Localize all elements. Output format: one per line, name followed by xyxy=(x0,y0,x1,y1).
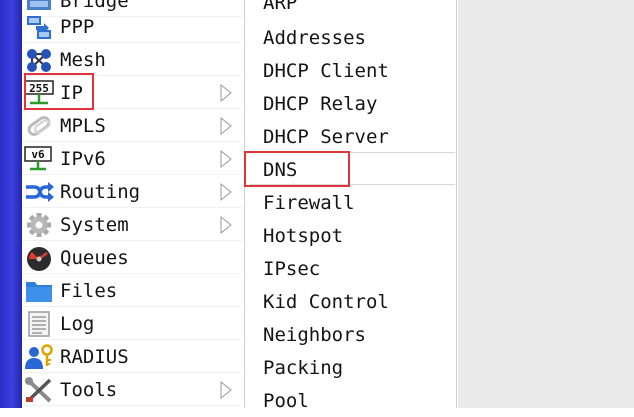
submenu-label-firewall: Firewall xyxy=(263,192,355,214)
menu-item-tools[interactable]: Tools xyxy=(22,373,242,406)
submenu-item-dhcp-relay[interactable]: DHCP Relay xyxy=(249,87,455,120)
submenu-item-addresses[interactable]: Addresses xyxy=(249,21,455,54)
routing-icon xyxy=(24,179,54,205)
menu-item-radius[interactable]: RADIUS xyxy=(22,340,242,373)
menu-label-ppp: PPP xyxy=(60,16,95,38)
mesh-icon xyxy=(24,47,54,73)
submenu-label-dns: DNS xyxy=(263,159,298,181)
sidebar-strip xyxy=(0,0,22,408)
menu-label-routing: Routing xyxy=(60,181,141,203)
menu-item-mpls[interactable]: MPLS xyxy=(22,109,242,142)
submenu-item-arp[interactable]: ARP xyxy=(249,0,455,19)
submenu-item-ipsec[interactable]: IPsec xyxy=(249,252,455,285)
submenu-label-dhcp-server: DHCP Server xyxy=(263,126,389,148)
submenu-item-pool[interactable]: Pool xyxy=(249,384,455,417)
menu-item-queues[interactable]: Queues xyxy=(22,241,242,274)
submenu-arrow-icon xyxy=(220,84,232,102)
gauge-icon xyxy=(24,245,54,271)
menu-item-ppp[interactable]: PPP xyxy=(22,10,242,43)
submenu-item-dhcp-client[interactable]: DHCP Client xyxy=(249,54,455,87)
submenu-label-pool: Pool xyxy=(263,390,309,412)
menu-item-log[interactable]: Log xyxy=(22,307,242,340)
submenu-item-firewall[interactable]: Firewall xyxy=(249,186,455,219)
main-menu: Bridge PPP Mesh 255 IP MPLS v6 IPv6 Rout… xyxy=(22,0,245,408)
submenu-arrow-icon xyxy=(220,150,232,168)
menu-label-system: System xyxy=(60,214,129,236)
submenu-label-neighbors: Neighbors xyxy=(263,324,366,346)
menu-item-routing[interactable]: Routing xyxy=(22,175,242,208)
menu-item-ip[interactable]: 255 IP xyxy=(22,76,242,109)
menu-label-radius: RADIUS xyxy=(60,346,129,368)
submenu-label-packing: Packing xyxy=(263,357,344,379)
menu-label-tools: Tools xyxy=(60,379,118,401)
menu-label-files: Files xyxy=(60,280,118,302)
submenu-item-neighbors[interactable]: Neighbors xyxy=(249,318,455,351)
tools-icon xyxy=(24,377,54,403)
submenu-label-dhcp-client: DHCP Client xyxy=(263,60,389,82)
submenu-item-hotspot[interactable]: Hotspot xyxy=(249,219,455,252)
submenu-label-addresses: Addresses xyxy=(263,27,366,49)
submenu-arrow-icon xyxy=(220,117,232,135)
menu-label-ipv6: IPv6 xyxy=(60,148,106,170)
ppp-icon xyxy=(24,14,54,40)
ip-icon: 255 xyxy=(24,80,54,106)
submenu-label-kid-control: Kid Control xyxy=(263,291,389,313)
submenu-arrow-icon xyxy=(220,381,232,399)
right-panel xyxy=(458,0,634,408)
menu-item-files[interactable]: Files xyxy=(22,274,242,307)
menu-label-mesh: Mesh xyxy=(60,49,106,71)
submenu-item-packing[interactable]: Packing xyxy=(249,351,455,384)
menu-label-log: Log xyxy=(60,313,95,335)
ipv6-icon: v6 xyxy=(24,146,54,172)
submenu-arrow-icon xyxy=(220,216,232,234)
submenu-label-hotspot: Hotspot xyxy=(263,225,344,247)
submenu-label-arp: ARP xyxy=(263,0,298,14)
menu-label-queues: Queues xyxy=(60,247,129,269)
submenu-item-dns[interactable]: DNS xyxy=(249,152,455,185)
submenu-item-dhcp-server[interactable]: DHCP Server xyxy=(249,120,455,153)
svg-text:v6: v6 xyxy=(31,148,45,161)
menu-label-mpls: MPLS xyxy=(60,115,106,137)
menu-item-ipv6[interactable]: v6 IPv6 xyxy=(22,142,242,175)
folder-icon xyxy=(24,278,54,304)
menu-item-mesh[interactable]: Mesh xyxy=(22,43,242,76)
gear-icon xyxy=(24,212,54,238)
submenu-label-ipsec: IPsec xyxy=(263,258,321,280)
submenu-label-dhcp-relay: DHCP Relay xyxy=(263,93,378,115)
submenu-item-kid-control[interactable]: Kid Control xyxy=(249,285,455,318)
ip-submenu: ARP Addresses DHCP Client DHCP Relay DHC… xyxy=(249,0,457,412)
ip-icon-text: 255 xyxy=(29,82,49,95)
menu-item-system[interactable]: System xyxy=(22,208,242,241)
radius-icon xyxy=(24,344,54,370)
log-icon xyxy=(24,311,54,337)
menu-label-ip: IP xyxy=(60,82,83,104)
mpls-icon xyxy=(24,113,54,139)
submenu-arrow-icon xyxy=(220,183,232,201)
